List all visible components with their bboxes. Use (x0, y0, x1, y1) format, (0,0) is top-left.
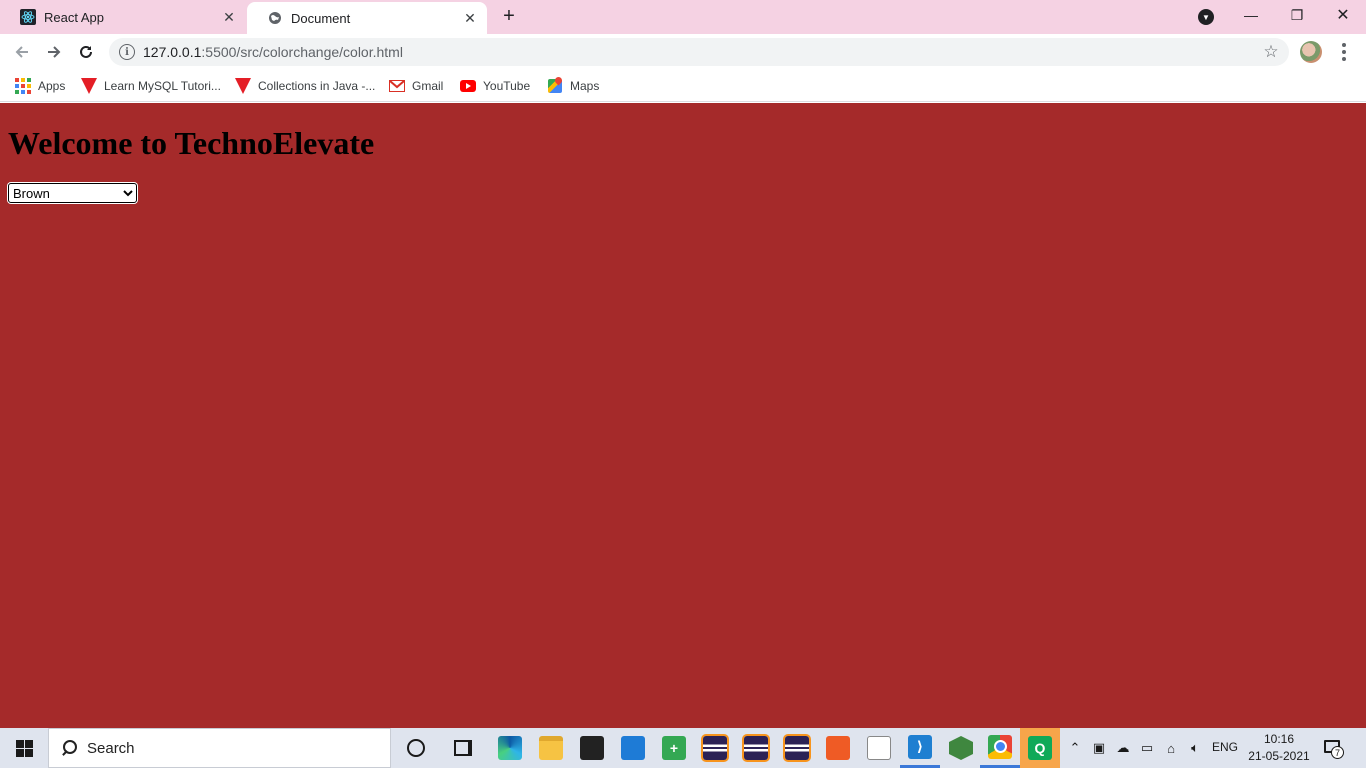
bookmark-java-collections[interactable]: Collections in Java -... (235, 76, 375, 96)
tab-document[interactable]: Document ✕ (247, 2, 487, 34)
tutorial-site-icon (235, 78, 251, 94)
bookmark-gmail[interactable]: Gmail (389, 76, 443, 96)
gmail-icon (389, 78, 405, 94)
bookmark-label: Collections in Java -... (258, 79, 376, 93)
back-arrow-icon[interactable] (9, 39, 35, 65)
address-bar[interactable]: i 127.0.0.1:5500/src/colorchange/color.h… (109, 38, 1289, 66)
battery-icon[interactable]: ▭ (1137, 738, 1157, 758)
maps-icon (547, 78, 563, 94)
close-tab-icon[interactable]: ✕ (461, 9, 479, 27)
clock-time: 10:16 (1263, 732, 1295, 746)
task-view-icon[interactable] (443, 728, 483, 768)
bookmark-label: YouTube (483, 79, 531, 93)
cortana-icon[interactable] (396, 728, 436, 768)
close-window-icon[interactable]: ✕ (1320, 0, 1366, 30)
bookmark-label: Learn MySQL Tutori... (104, 79, 221, 93)
profile-avatar[interactable] (1300, 41, 1322, 63)
network-icon[interactable]: ⌂ (1161, 738, 1181, 758)
eclipse-ide-icon[interactable] (736, 728, 776, 768)
new-tab-plus-icon[interactable]: + (498, 5, 520, 27)
mail-icon[interactable] (613, 728, 653, 768)
reload-icon[interactable] (73, 39, 99, 65)
tutorial-site-icon (81, 78, 97, 94)
react-icon (20, 9, 36, 25)
installer-app-icon[interactable]: + (654, 728, 694, 768)
show-hidden-icons-chevron-icon[interactable]: ⌃ (1065, 738, 1085, 758)
bookmark-maps[interactable]: Maps (547, 76, 599, 96)
clock-date: 21-05-2021 (1248, 749, 1310, 763)
url-host: 127.0.0.1 (143, 44, 202, 60)
bookmark-label: Gmail (412, 79, 444, 93)
apps-grid-icon (15, 78, 31, 94)
file-explorer-icon[interactable] (531, 728, 571, 768)
meet-now-icon[interactable]: ▣ (1089, 738, 1109, 758)
more-menu-icon[interactable] (1336, 40, 1352, 64)
eclipse-ide-icon[interactable] (777, 728, 817, 768)
tab-search-dropdown-icon[interactable]: ▼ (1198, 9, 1214, 25)
bookmark-label: Maps (570, 79, 600, 93)
url-text[interactable]: 127.0.0.1:5500/src/colorchange/color.htm… (143, 44, 1261, 60)
close-tab-icon[interactable]: ✕ (220, 8, 238, 26)
page-heading: Welcome to TechnoElevate (8, 125, 375, 161)
restore-window-icon[interactable]: ❐ (1274, 0, 1320, 30)
bookmark-star-icon[interactable]: ☆ (1261, 42, 1281, 62)
eclipse-ide-icon[interactable] (695, 728, 735, 768)
tab-react-app[interactable]: React App ✕ (0, 0, 246, 34)
url-path: :5500/src/colorchange/color.html (201, 44, 403, 60)
input-language[interactable]: ENG (1212, 740, 1238, 754)
postman-icon[interactable] (818, 728, 858, 768)
taskbar-search-placeholder: Search (87, 739, 135, 757)
bookmark-mysql-tutorial[interactable]: Learn MySQL Tutori... (81, 76, 221, 96)
youtube-icon (460, 78, 476, 94)
taskbar-clock[interactable]: 10:16 21-05-2021 (1246, 731, 1312, 765)
notifications-icon[interactable]: 7 (1322, 738, 1344, 759)
globe-icon (267, 10, 283, 26)
tab-title: React App (44, 9, 104, 25)
notification-count-badge: 7 (1331, 746, 1344, 759)
chevron-down-icon (121, 186, 135, 200)
color-select-value: Brown (13, 185, 50, 201)
tab-strip: React App ✕ Document ✕ + ▼ — ❐ ✕ (0, 0, 1366, 34)
windows-taskbar: Search + ⟩ Q ⌃ ▣ ☁ ▭ ⌂ 🔈︎ ENG 10:16 21-0… (0, 728, 1366, 768)
chrome-icon[interactable] (980, 728, 1020, 768)
bookmarks-bar: Apps Learn MySQL Tutori... Collections i… (0, 70, 1366, 102)
onedrive-cloud-icon[interactable]: ☁ (1113, 738, 1133, 758)
taskbar-search-box[interactable]: Search (48, 728, 391, 768)
chat-app-icon[interactable]: Q (1020, 728, 1060, 768)
search-icon (61, 740, 77, 756)
tab-title: Document (291, 10, 351, 26)
edge-browser-icon[interactable] (490, 728, 530, 768)
vscode-icon[interactable]: ⟩ (900, 728, 940, 768)
bookmark-youtube[interactable]: YouTube (460, 76, 530, 96)
volume-icon[interactable]: 🔈︎ (1185, 738, 1205, 758)
nodejs-icon[interactable] (941, 728, 981, 768)
page-content: Welcome to TechnoElevate Brown (0, 103, 1366, 728)
color-select-dropdown[interactable]: Brown (8, 183, 137, 203)
minimize-icon[interactable]: — (1228, 0, 1274, 30)
bookmark-apps[interactable]: Apps (15, 76, 65, 96)
windows-start-icon[interactable] (0, 728, 48, 768)
bookmark-label: Apps (38, 79, 66, 93)
microsoft-store-icon[interactable] (572, 728, 612, 768)
browser-toolbar: i 127.0.0.1:5500/src/colorchange/color.h… (0, 34, 1366, 70)
blank-file-icon[interactable] (859, 728, 899, 768)
site-info-icon[interactable]: i (119, 44, 135, 60)
forward-arrow-icon[interactable] (41, 39, 67, 65)
